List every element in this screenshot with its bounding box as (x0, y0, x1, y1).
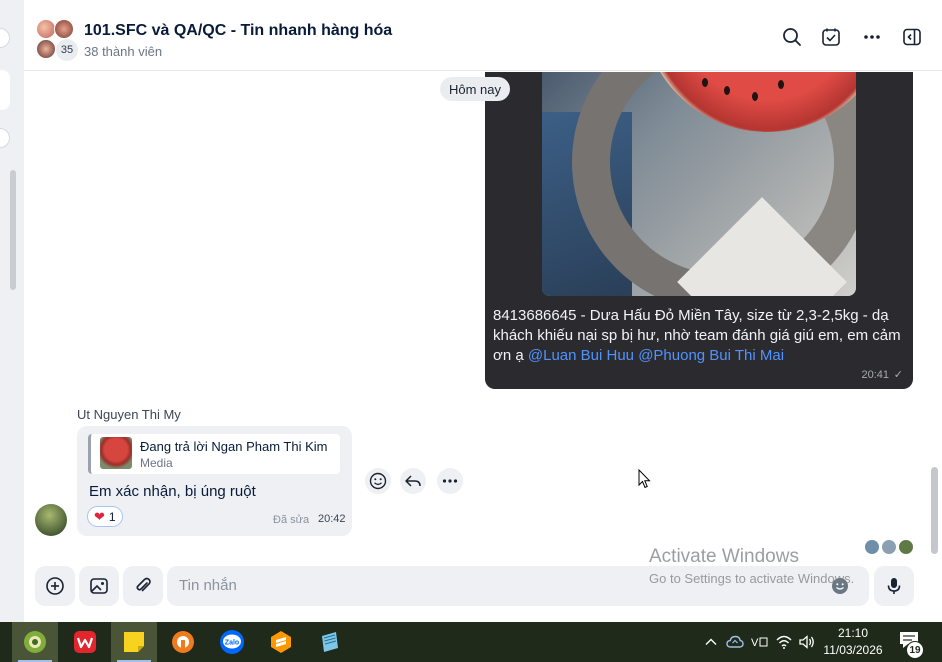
sender-name[interactable]: Ut Nguyen Thi My (77, 407, 181, 422)
more-icon (442, 479, 458, 483)
paperclip-icon (136, 577, 151, 592)
clock-date: 11/03/2026 (823, 643, 883, 657)
image-icon (90, 578, 108, 594)
reply-title: Đang trả lời Ngan Pham Thi Kim (140, 439, 328, 454)
mention-link[interactable]: @Luan Bui Huu (528, 347, 634, 364)
cloud-icon[interactable] (725, 632, 745, 652)
reaction-badge[interactable]: ❤ 1 (87, 506, 123, 527)
left-panel-scrollbar[interactable] (10, 170, 16, 290)
reply-icon (405, 475, 421, 487)
incoming-message-text: Em xác nhận, bị úng ruột (89, 483, 256, 500)
watermark-line-2: Go to Settings to activate Windows. (649, 571, 855, 586)
wps-office-icon[interactable] (62, 622, 108, 662)
outgoing-message[interactable]: 8413686645 - Dưa Hấu Đỏ Miền Tây, size t… (485, 72, 913, 389)
chevron-up-icon[interactable] (701, 632, 721, 652)
browser-icon[interactable] (160, 622, 206, 662)
seen-avatar (864, 539, 880, 555)
toggle-panel-icon[interactable] (900, 25, 924, 49)
left-panel-arrow[interactable] (0, 128, 10, 148)
search-icon[interactable] (780, 25, 804, 49)
left-panel-button[interactable] (0, 28, 10, 48)
message-photo[interactable] (542, 72, 856, 296)
heart-icon: ❤ (94, 508, 105, 524)
edited-label: Đã sửa (273, 514, 310, 526)
reply-subtitle: Media (140, 456, 173, 470)
wifi-icon[interactable] (774, 632, 794, 652)
reply-thumbnail (100, 437, 132, 469)
message-placeholder: Tin nhắn (179, 577, 237, 594)
clock-time: 21:10 (837, 626, 869, 640)
notepad-icon[interactable] (307, 622, 353, 662)
seen-avatar (881, 539, 897, 555)
reaction-count: 1 (108, 509, 116, 524)
smile-icon (369, 472, 387, 490)
group-title[interactable]: 101.SFC và QA/QC - Tin nhanh hàng hóa (84, 22, 392, 40)
avatar (36, 39, 56, 59)
watermark-line-1: Activate Windows (649, 546, 799, 567)
image-button[interactable] (79, 566, 119, 606)
plus-circle-icon (46, 577, 64, 595)
task-check-icon[interactable] (819, 25, 843, 49)
chat-header: 35 101.SFC và QA/QC - Tin nhanh hàng hóa… (24, 7, 942, 71)
svg-text:V: V (751, 637, 759, 649)
chat-messages[interactable]: 8413686645 - Dưa Hấu Đỏ Miền Tây, size t… (24, 72, 942, 555)
more-icon[interactable] (860, 25, 884, 49)
scrollbar-thumb[interactable] (931, 467, 938, 554)
avatar (54, 19, 74, 39)
message-time: 20:41 (861, 369, 889, 381)
message-more-button[interactable] (437, 468, 463, 494)
speaker-icon[interactable] (797, 632, 817, 652)
seen-avatar (898, 539, 914, 555)
mouse-cursor-icon (638, 468, 652, 494)
microphone-icon (887, 578, 901, 594)
svg-text:Zalo: Zalo (225, 640, 239, 647)
avatar[interactable] (35, 504, 67, 536)
left-panel-edge (0, 0, 24, 622)
reaction-button[interactable] (365, 468, 391, 494)
activate-windows-watermark: Activate Windows Go to Settings to activ… (649, 546, 854, 586)
reply-button[interactable] (400, 468, 426, 494)
voice-button[interactable] (874, 566, 914, 606)
sent-check-icon: ✓ (893, 369, 903, 381)
avatar-overflow-count: 35 (56, 39, 78, 61)
taskbar-clock[interactable]: 21:10 11/03/2026 (818, 625, 888, 659)
outgoing-message-text: 8413686645 - Dưa Hấu Đỏ Miền Tây, size t… (493, 306, 907, 366)
attach-button[interactable] (123, 566, 163, 606)
zalo-icon[interactable]: Zalo (209, 622, 255, 662)
reply-quote[interactable]: Đang trả lời Ngan Pham Thi Kim Media (88, 434, 340, 474)
avatar (36, 19, 56, 39)
date-separator: Hôm nay (440, 77, 511, 101)
windows-taskbar: Zalo V 21:10 11/03/2026 (0, 622, 942, 662)
group-avatar[interactable]: 35 (34, 17, 78, 61)
sublime-icon[interactable] (258, 622, 304, 662)
app-icon[interactable] (12, 622, 58, 662)
language-icon[interactable]: V (749, 632, 769, 652)
incoming-message[interactable]: Đang trả lời Ngan Pham Thi Kim Media Em … (77, 426, 352, 536)
sticky-notes-icon[interactable] (111, 622, 157, 662)
left-panel-card (0, 70, 10, 110)
mention-link[interactable]: @Phuong Bui Thi Mai (638, 347, 784, 364)
notification-count: 19 (906, 641, 924, 659)
add-button[interactable] (35, 566, 75, 606)
member-count[interactable]: 38 thành viên (84, 44, 162, 59)
message-time: 20:42 (318, 513, 346, 525)
